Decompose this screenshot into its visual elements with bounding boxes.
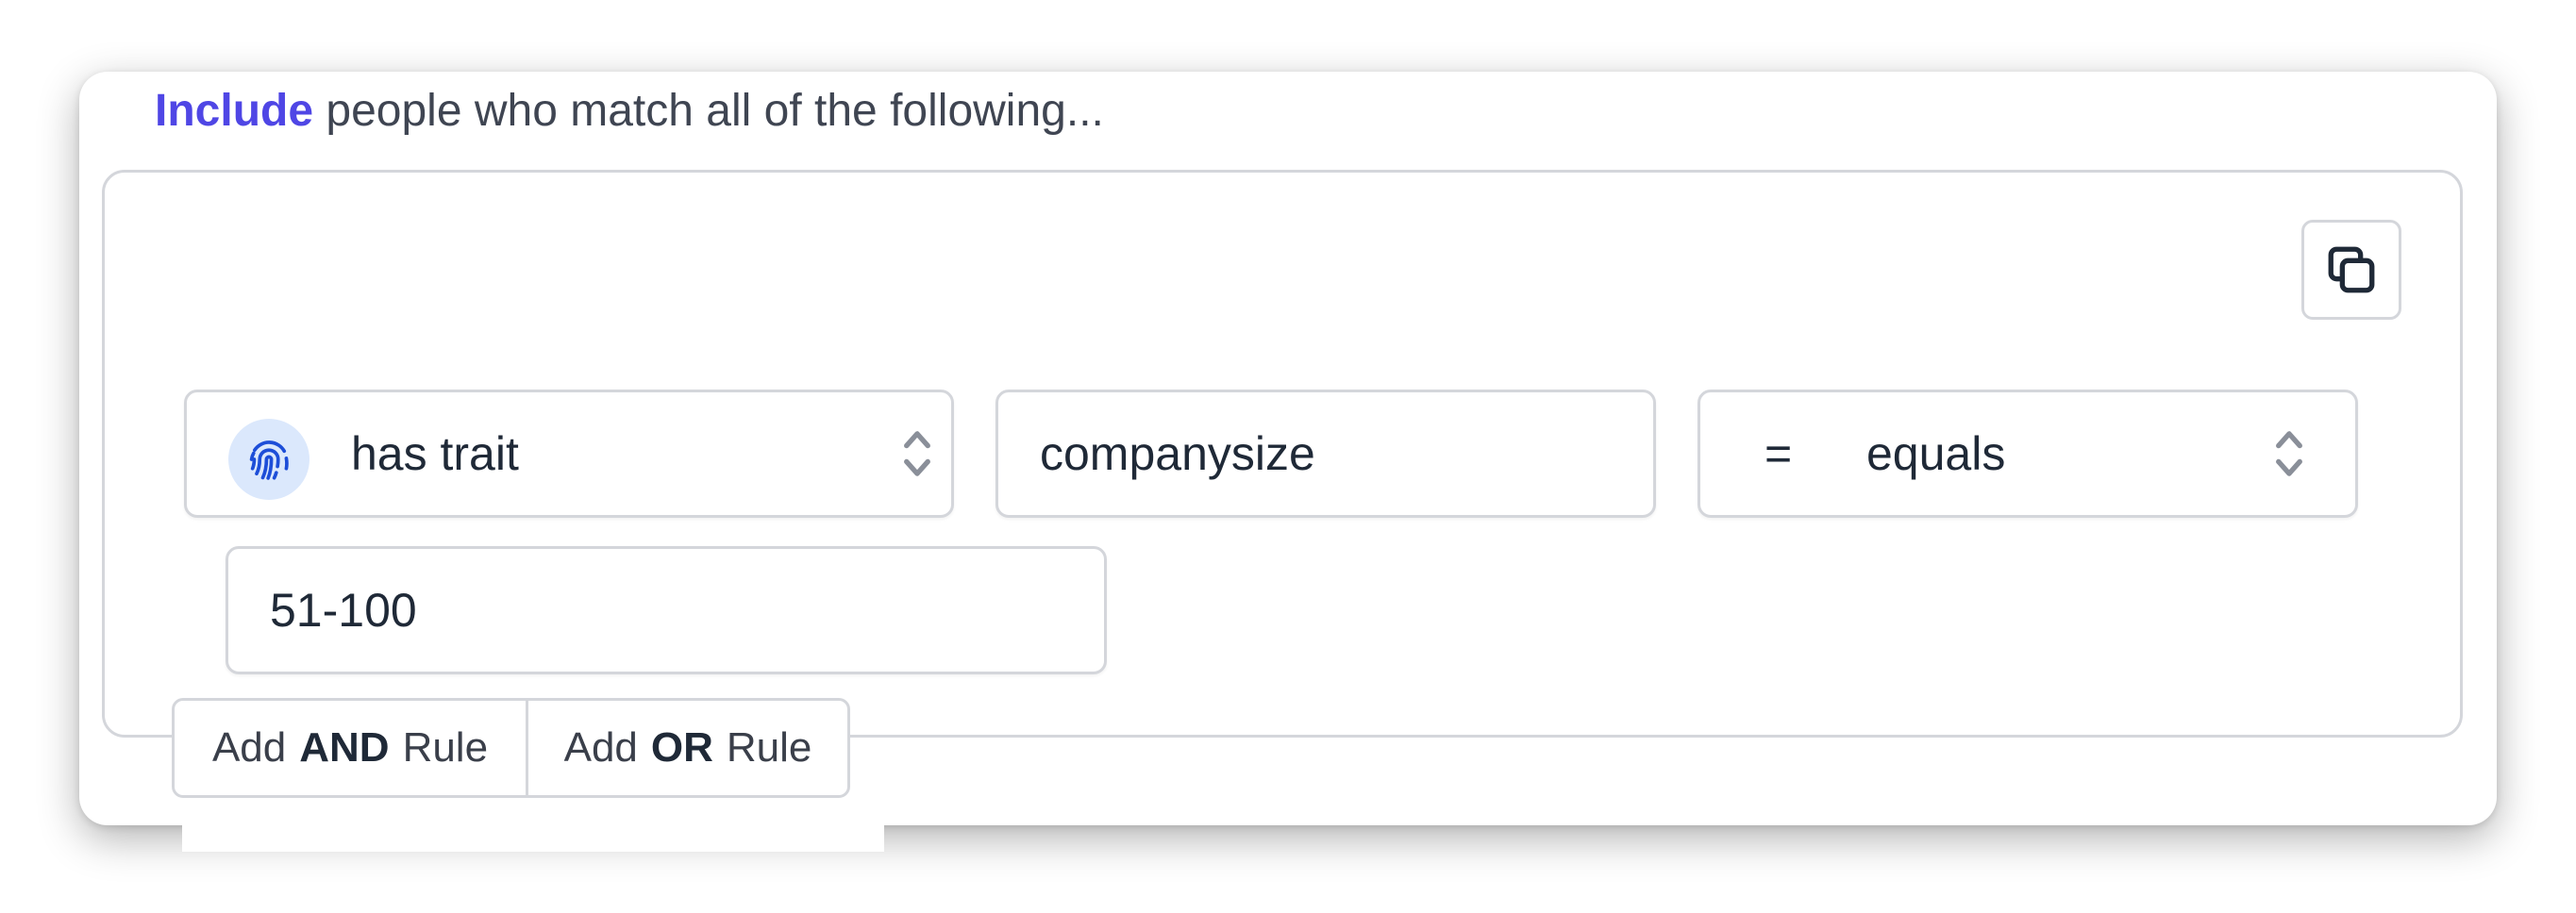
add-and-rule-button[interactable]: Add AND Rule: [175, 701, 528, 795]
trait-key-input[interactable]: companysize: [995, 390, 1656, 518]
trait-icon-badge: [228, 419, 309, 500]
rule-group: has trait companysize = equals 51-100: [102, 170, 2463, 852]
add-and-prefix: Add: [211, 724, 287, 771]
add-or-suffix: Rule: [726, 724, 812, 771]
operator-select[interactable]: = equals: [1698, 390, 2358, 518]
add-and-bold: AND: [299, 724, 390, 771]
condition-select[interactable]: has trait: [184, 390, 954, 518]
add-or-prefix: Add: [563, 724, 638, 771]
add-rule-button-group: Add AND Rule Add OR Rule: [172, 698, 850, 798]
segment-card: Include people who match all of the foll…: [79, 72, 2497, 852]
chevron-updown-icon: [904, 431, 930, 476]
operator-label: equals: [1866, 427, 2006, 480]
add-and-suffix: Rule: [402, 724, 489, 771]
condition-label: has trait: [351, 427, 519, 480]
trait-value-input[interactable]: 51-100: [226, 546, 1107, 674]
add-or-rule-button[interactable]: Add OR Rule: [528, 701, 847, 795]
heading-text: people who match all of the following...: [326, 86, 1104, 136]
operator-symbol: =: [1765, 427, 1793, 480]
segment-heading: Include people who match all of the foll…: [155, 81, 1104, 141]
border-gap: [182, 823, 884, 852]
include-label: Include: [155, 86, 314, 136]
fingerprint-icon: [249, 440, 289, 480]
chevron-updown-icon: [2276, 431, 2302, 476]
copy-icon: [2328, 246, 2375, 293]
add-or-bold: OR: [650, 724, 713, 771]
copy-button[interactable]: [2301, 220, 2401, 320]
